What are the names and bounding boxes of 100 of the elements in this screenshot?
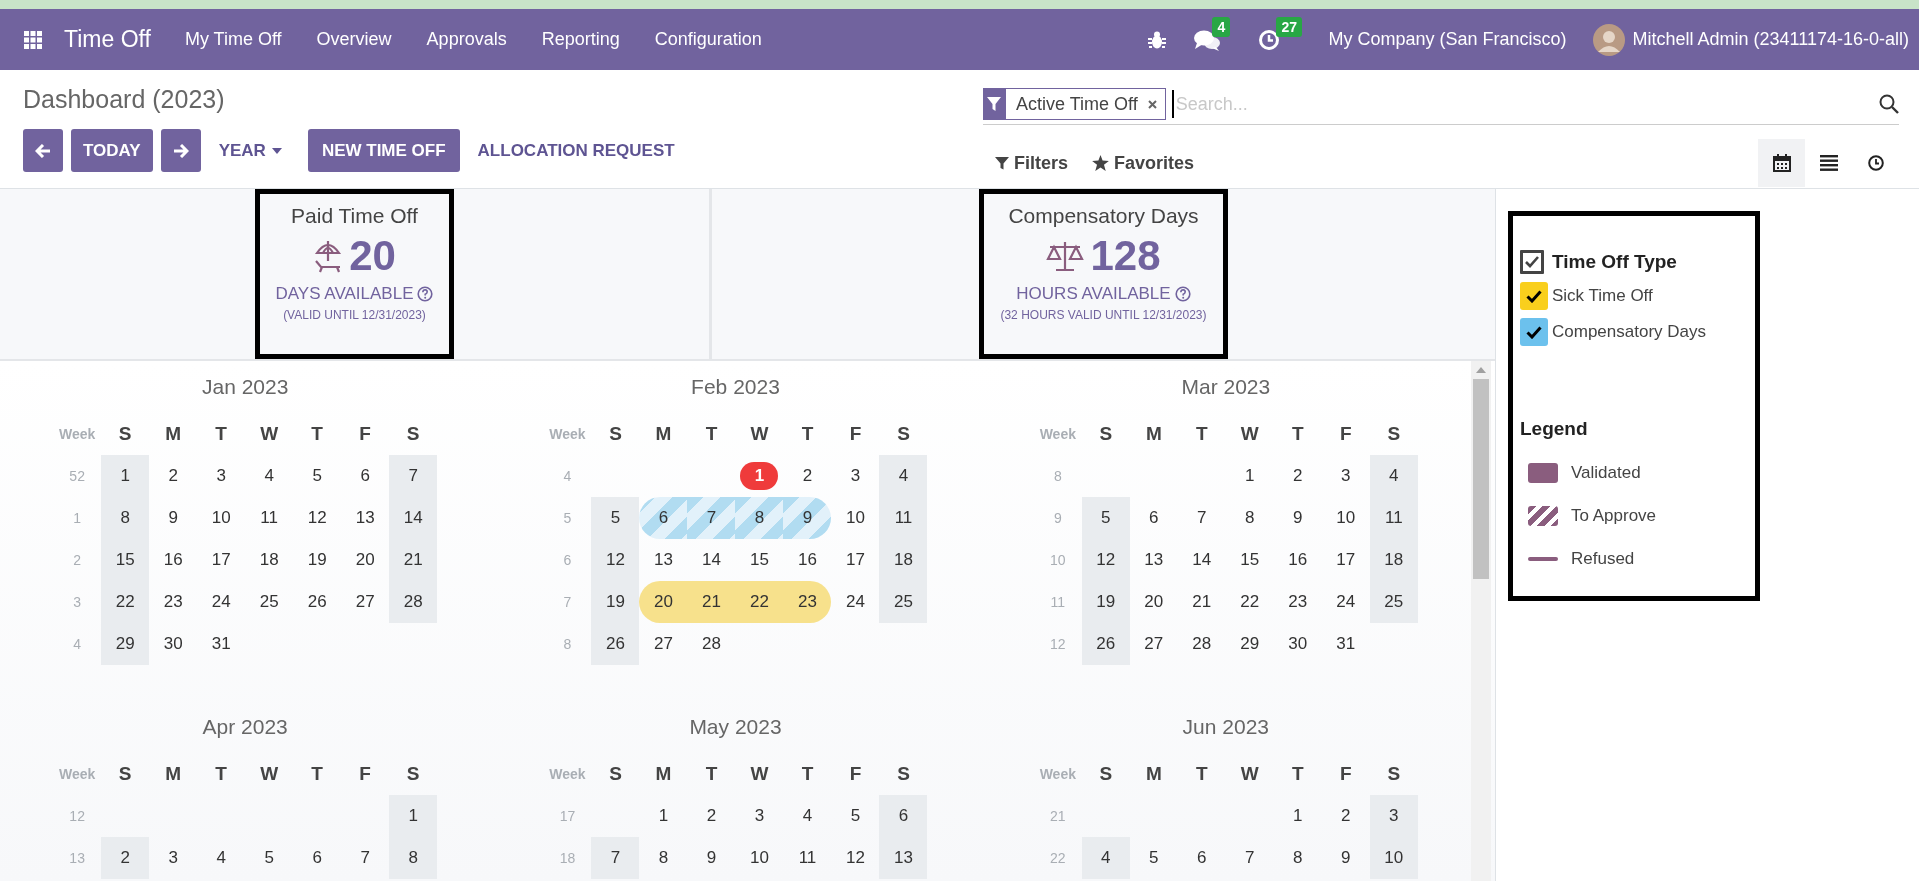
- filter-option-label[interactable]: Sick Time Off: [1552, 286, 1653, 306]
- calendar-day[interactable]: 1: [389, 795, 438, 837]
- calendar-day[interactable]: 9: [1321, 837, 1370, 879]
- calendar-day[interactable]: 7: [1177, 497, 1226, 539]
- calendar-day[interactable]: 19: [591, 581, 640, 623]
- calendar-day[interactable]: 24: [197, 581, 246, 623]
- calendar-day[interactable]: 17: [1321, 539, 1370, 581]
- checkbox[interactable]: [1520, 282, 1548, 310]
- calendar-day[interactable]: 5: [831, 795, 880, 837]
- calendar-day[interactable]: 27: [341, 581, 390, 623]
- calendar-day[interactable]: 10: [197, 497, 246, 539]
- calendar-day[interactable]: 12: [591, 539, 640, 581]
- calendar-day[interactable]: 4: [1369, 455, 1418, 497]
- scrollbar[interactable]: [1471, 361, 1491, 881]
- calendar-day[interactable]: 18: [879, 539, 928, 581]
- calendar-day[interactable]: 1: [101, 455, 150, 497]
- calendar-day[interactable]: 9: [783, 497, 832, 539]
- calendar-day[interactable]: 2: [687, 795, 736, 837]
- calendar-day[interactable]: 3: [735, 795, 784, 837]
- search-icon[interactable]: [1879, 94, 1899, 114]
- calendar-day[interactable]: 20: [1129, 581, 1178, 623]
- calendar-day[interactable]: 11: [245, 497, 294, 539]
- calendar-day[interactable]: 28: [389, 581, 438, 623]
- calendar-day[interactable]: 13: [1129, 539, 1178, 581]
- calendar-day[interactable]: 25: [245, 581, 294, 623]
- help-icon[interactable]: [1174, 286, 1191, 302]
- calendar-day[interactable]: 4: [245, 455, 294, 497]
- calendar-day[interactable]: 1: [1225, 455, 1274, 497]
- calendar-day[interactable]: 30: [1273, 623, 1322, 665]
- calendar-day[interactable]: 6: [293, 837, 342, 879]
- calendar-day[interactable]: 7: [591, 837, 640, 879]
- calendar-day[interactable]: 29: [101, 623, 150, 665]
- calendar-day[interactable]: 26: [1081, 623, 1130, 665]
- allocation-request-link[interactable]: ALLOCATION REQUEST: [467, 140, 685, 161]
- calendar-day[interactable]: 1: [639, 795, 688, 837]
- help-icon[interactable]: [417, 286, 434, 302]
- calendar-day[interactable]: 3: [1369, 795, 1418, 837]
- calendar-day[interactable]: 23: [149, 581, 198, 623]
- checkbox[interactable]: [1520, 318, 1548, 346]
- calendar-day[interactable]: 6: [1177, 837, 1226, 879]
- calendar-day[interactable]: 8: [735, 497, 784, 539]
- calendar-day[interactable]: 6: [1129, 497, 1178, 539]
- calendar-day[interactable]: 11: [783, 837, 832, 879]
- calendar-day[interactable]: 15: [1225, 539, 1274, 581]
- calendar-day[interactable]: 20: [639, 581, 688, 623]
- calendar-day[interactable]: 19: [1081, 581, 1130, 623]
- calendar-day[interactable]: 12: [1081, 539, 1130, 581]
- calendar-day[interactable]: 24: [831, 581, 880, 623]
- calendar-day[interactable]: 13: [879, 837, 928, 879]
- calendar-day[interactable]: 27: [1129, 623, 1178, 665]
- calendar-day[interactable]: 1: [740, 462, 779, 490]
- calendar-day[interactable]: 27: [639, 623, 688, 665]
- calendar-day[interactable]: 28: [1177, 623, 1226, 665]
- calendar-day[interactable]: 8: [639, 837, 688, 879]
- calendar-day[interactable]: 3: [149, 837, 198, 879]
- calendar-day[interactable]: 30: [149, 623, 198, 665]
- menu-item[interactable]: Configuration: [654, 29, 762, 50]
- calendar-day[interactable]: 11: [879, 497, 928, 539]
- calendar-day[interactable]: 16: [1273, 539, 1322, 581]
- calendar-day[interactable]: 10: [1321, 497, 1370, 539]
- calendar-day[interactable]: 4: [1081, 837, 1130, 879]
- calendar-day[interactable]: 21: [687, 581, 736, 623]
- calendar-day[interactable]: 7: [389, 455, 438, 497]
- calendar-day[interactable]: 11: [1369, 497, 1418, 539]
- calendar-day[interactable]: 18: [1369, 539, 1418, 581]
- calendar-day[interactable]: 2: [1321, 795, 1370, 837]
- filter-option-label[interactable]: Compensatory Days: [1552, 322, 1706, 342]
- calendar-day[interactable]: 6: [639, 497, 688, 539]
- calendar-day[interactable]: 7: [341, 837, 390, 879]
- bug-icon[interactable]: [1148, 29, 1167, 50]
- calendar-day[interactable]: 3: [197, 455, 246, 497]
- calendar-day[interactable]: 24: [1321, 581, 1370, 623]
- calendar-day[interactable]: 3: [1321, 455, 1370, 497]
- calendar-day[interactable]: 4: [879, 455, 928, 497]
- calendar-day[interactable]: 15: [735, 539, 784, 581]
- today-button[interactable]: TODAY: [71, 129, 153, 172]
- calendar-day[interactable]: 17: [197, 539, 246, 581]
- calendar-day[interactable]: 3: [831, 455, 880, 497]
- calendar-day[interactable]: 12: [831, 837, 880, 879]
- favorites-button[interactable]: Favorites: [1080, 152, 1207, 174]
- calendar-day[interactable]: 10: [1369, 837, 1418, 879]
- calendar-day[interactable]: 6: [341, 455, 390, 497]
- calendar-day[interactable]: 31: [1321, 623, 1370, 665]
- calendar-day[interactable]: 5: [245, 837, 294, 879]
- calendar-day[interactable]: 19: [293, 539, 342, 581]
- user-menu[interactable]: Mitchell Admin (23411174-16-0-all): [1632, 29, 1909, 50]
- calendar-day[interactable]: 8: [1273, 837, 1322, 879]
- calendar-day[interactable]: 25: [1369, 581, 1418, 623]
- calendar-day[interactable]: 26: [591, 623, 640, 665]
- calendar-day[interactable]: 10: [735, 837, 784, 879]
- calendar-day[interactable]: 2: [149, 455, 198, 497]
- clock-icon[interactable]: [1258, 28, 1281, 51]
- calendar-day[interactable]: 7: [1225, 837, 1274, 879]
- calendar-day[interactable]: 16: [783, 539, 832, 581]
- calendar-day[interactable]: 5: [1129, 837, 1178, 879]
- calendar-view-button[interactable]: [1758, 139, 1805, 187]
- calendar-day[interactable]: 17: [831, 539, 880, 581]
- calendar-day[interactable]: 29: [1225, 623, 1274, 665]
- calendar-day[interactable]: 7: [687, 497, 736, 539]
- calendar-day[interactable]: 31: [197, 623, 246, 665]
